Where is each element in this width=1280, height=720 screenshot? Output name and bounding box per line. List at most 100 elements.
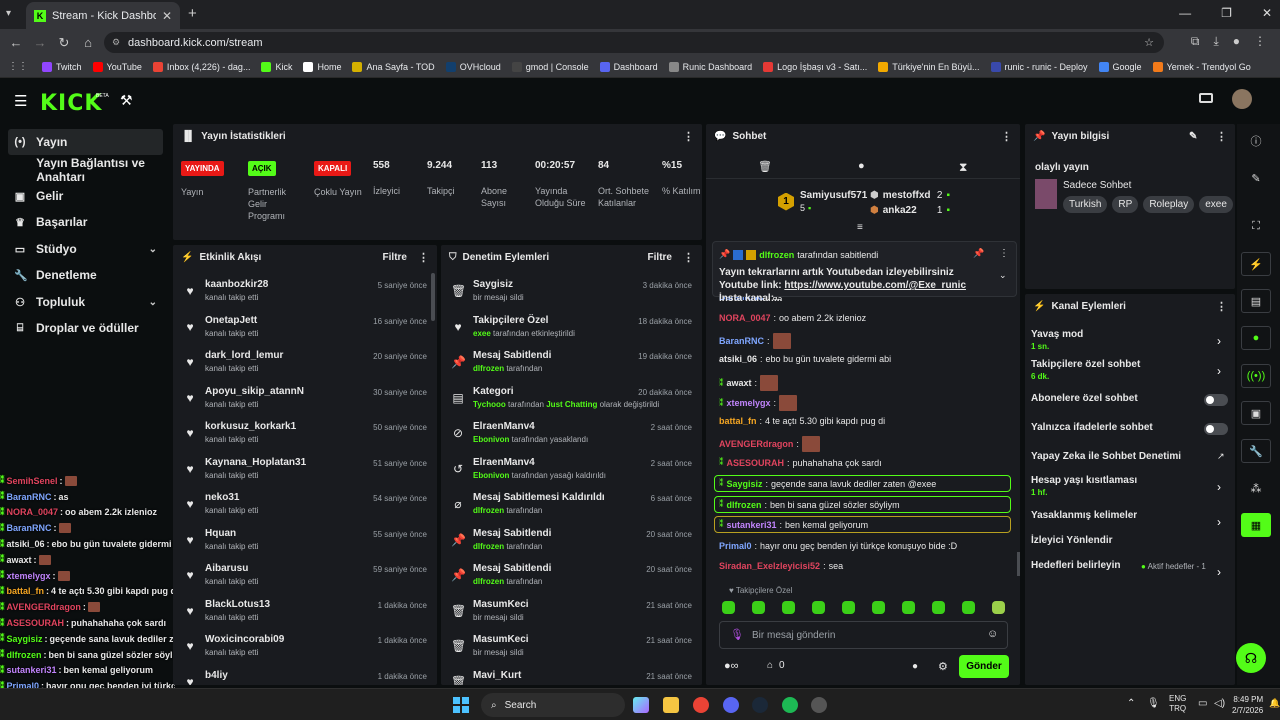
tag-chip[interactable]: RP [1112, 196, 1139, 213]
bookmark-item[interactable]: Twitch [42, 61, 82, 72]
moderation-filter-button[interactable]: Filtre [648, 252, 672, 263]
chat-input[interactable]: 🎙 Bir mesaj gönderin ☺ [719, 621, 1008, 649]
nav-item-1[interactable]: Yayın Bağlantısı ve Anahtarı [10, 156, 173, 184]
bookmark-item[interactable]: Google [1098, 61, 1142, 72]
activity-row[interactable]: ♥ Apoyu_sikip_atannN kanalı takip etti 30 s… [173, 382, 437, 418]
edit-pencil-icon[interactable]: ✎ [1189, 131, 1197, 142]
notification-bell-icon[interactable]: 🔔 [1269, 698, 1280, 709]
chat-scrollbar[interactable] [1017, 552, 1020, 576]
chat-message[interactable]: ⁑ sutankeri31: ben kemal geliyorum [714, 516, 1011, 533]
channel-action-item[interactable]: Yavaş mod 1 sn. [1031, 329, 1221, 351]
bookmark-item[interactable]: Home [303, 61, 341, 72]
leader-row[interactable]: ⬢ mestoffxd 2 ▪ [870, 190, 950, 201]
bookmark-star-icon[interactable]: ☆ [1144, 36, 1154, 49]
moderation-row[interactable]: 🗑 MasumKeci bir mesajı sildi 21 saat önce [441, 630, 702, 666]
network-icon[interactable]: ▭ [1198, 698, 1207, 709]
chat-gear-icon[interactable]: ⚙ [938, 660, 948, 673]
bookmark-item[interactable]: OVHcloud [445, 61, 501, 72]
activity-row[interactable]: ♥ Aibarusu kanalı takip etti 59 saniye önce [173, 559, 437, 595]
edit-icon[interactable]: ✎ [1241, 166, 1271, 190]
moderation-row[interactable]: 🗑 Mavi_Kurtbir mesajı sildi 21 saat önce [441, 666, 702, 686]
moderation-menu-icon[interactable]: ⋮ [683, 251, 694, 264]
stream-manager-icon[interactable] [1199, 93, 1213, 103]
channel-action-item[interactable]: Takipçilere özel sohbet 6 dk. [1031, 359, 1221, 381]
tag-chip[interactable]: Turkish [1063, 196, 1108, 213]
send-button[interactable]: Gönder [959, 655, 1009, 678]
volume-icon[interactable]: ◁) [1214, 698, 1225, 709]
layout-icon[interactable]: ▣ [1241, 401, 1271, 425]
bookmark-item[interactable]: YouTube [92, 61, 142, 72]
chat-message[interactable]: ⁑ xtemelygx: [719, 395, 798, 411]
moderation-actor[interactable]: dlfrozen [473, 577, 504, 586]
chat-message[interactable]: AVENGERdragon: [719, 436, 820, 452]
bookmark-item[interactable]: Logo İşbaşı v3 - Satı... [763, 61, 867, 72]
leader-first[interactable]: 1 Samiyusuf571 5 ▪ [778, 190, 867, 213]
steam-icon[interactable] [752, 697, 768, 713]
kick-logo[interactable]: KICK [40, 91, 102, 116]
copilot-icon[interactable] [633, 697, 649, 713]
bookmark-item[interactable]: gmod | Console [511, 61, 589, 72]
taskbar-search[interactable]: ⌕ Search [481, 693, 625, 717]
tag-chip[interactable]: Roleplay [1143, 196, 1195, 213]
collapse-leaderboard-icon[interactable]: ≡ [857, 222, 863, 233]
mod-wrench-icon[interactable]: 🔧 [1241, 439, 1271, 463]
activity-row[interactable]: ♥ neko31 kanalı takip etti 54 saniye önce [173, 488, 437, 524]
chat-user[interactable]: Primal0 [719, 541, 752, 551]
restore-icon[interactable]: ❐ [1221, 6, 1232, 20]
nav-item-6[interactable]: ⚇ Topluluk ⌄ [8, 289, 163, 315]
bookmark-item[interactable]: Ana Sayfa - TOD [352, 61, 435, 72]
broadcast-rail-icon[interactable]: ((•)) [1241, 364, 1271, 388]
chat-user[interactable]: battal_fn [719, 416, 757, 426]
chat-rail-icon[interactable]: ● [1241, 326, 1271, 350]
leader-row[interactable]: ⬢ anka22 1 ▪ [870, 205, 950, 216]
pinned-link[interactable]: https://www.youtube.com/@Exe_runic [784, 280, 966, 291]
bookmark-item[interactable]: Kick [261, 61, 292, 72]
emote-chat-icon[interactable]: ● [858, 160, 865, 172]
channel-points[interactable]: ⌂ 0 [767, 660, 785, 671]
chat-user[interactable]: xtemelygx [727, 398, 771, 408]
activity-scrollbar[interactable] [431, 273, 435, 321]
close-window-icon[interactable]: ✕ [1262, 6, 1272, 20]
community-rail-icon[interactable]: ⁂ [1241, 476, 1271, 500]
chat-message[interactable]: Primal0: hayır onu geç benden iyi türkçe … [719, 541, 957, 551]
tag-chip[interactable]: exee [1199, 196, 1233, 213]
chat-message[interactable]: battal_fn:4 te açtı 5.30 gibi kapdı pug … [719, 416, 885, 426]
activity-menu-icon[interactable]: ⋮ [418, 251, 429, 264]
activity-row[interactable]: ♥ b4liy kanalı takip etti 1 dakika önce [173, 666, 437, 686]
hammer-icon[interactable]: ⚒ [120, 92, 133, 109]
site-info-icon[interactable]: ⚙ [112, 37, 120, 48]
menu-icon[interactable]: ⋮ [1254, 34, 1266, 49]
game-rail-icon[interactable]: ▦ [1241, 513, 1271, 537]
category-name[interactable]: Sadece Sohbet [1063, 180, 1131, 191]
apps-icon[interactable]: ⋮⋮ [8, 61, 28, 72]
moderation-row[interactable]: 📌 Mesaj Sabitlendi dlfrozen tarafından 19 d… [441, 346, 702, 382]
nav-item-2[interactable]: ▣ Gelir [8, 183, 163, 209]
chevron-right-icon[interactable]: › [1217, 515, 1221, 529]
minimize-icon[interactable]: — [1179, 6, 1191, 20]
toggle-switch[interactable] [1204, 394, 1228, 406]
moderation-actor[interactable]: exee [473, 329, 491, 338]
activity-row[interactable]: ♥ Kaynana_Hoplatan31 kanalı takip etti 51 s… [173, 453, 437, 489]
channel-action-item[interactable]: Yasaklanmış kelimeler [1031, 510, 1221, 521]
bookmark-item[interactable]: Yemek - Trendyol Go [1152, 61, 1251, 72]
nav-item-0[interactable]: (•) Yayın [8, 129, 163, 155]
activity-row[interactable]: ♥ Hquan kanalı takip etti 55 saniye önce [173, 524, 437, 560]
chevron-right-icon[interactable]: › [1217, 480, 1221, 494]
start-button[interactable] [453, 697, 469, 713]
moderation-row[interactable]: 📌 Mesaj Sabitlendi dlfrozen tarafından 20 s… [441, 559, 702, 595]
language-indicator[interactable]: ENG TRQ [1169, 694, 1186, 714]
address-bar[interactable]: ⚙ dashboard.kick.com/stream ☆ [104, 32, 1164, 53]
file-explorer-icon[interactable] [663, 697, 679, 713]
chat-message[interactable]: ⁑ ASESOURAH: puhahahaha çok sardı [719, 457, 882, 468]
extensions-icon[interactable]: ⧉ [1191, 34, 1200, 49]
quick-emote-icon[interactable] [902, 601, 915, 614]
download-icon[interactable]: ⤓ [1213, 34, 1218, 49]
chat-user[interactable]: NORA_0047 [719, 313, 771, 323]
quick-emote-icon[interactable] [992, 601, 1005, 614]
bookmark-item[interactable]: runic - runic - Deploy [990, 61, 1088, 72]
activity-row[interactable]: ♥ Woxicincorabi09 kanalı takip etti 1 dakik… [173, 630, 437, 666]
chrome-icon[interactable] [693, 697, 709, 713]
nav-item-4[interactable]: ▭ Stüdyo ⌄ [8, 236, 163, 262]
quick-emote-icon[interactable] [782, 601, 795, 614]
moderation-row[interactable]: 🗑 Saygisiz bir mesajı sildi 3 dakika önce [441, 275, 702, 311]
